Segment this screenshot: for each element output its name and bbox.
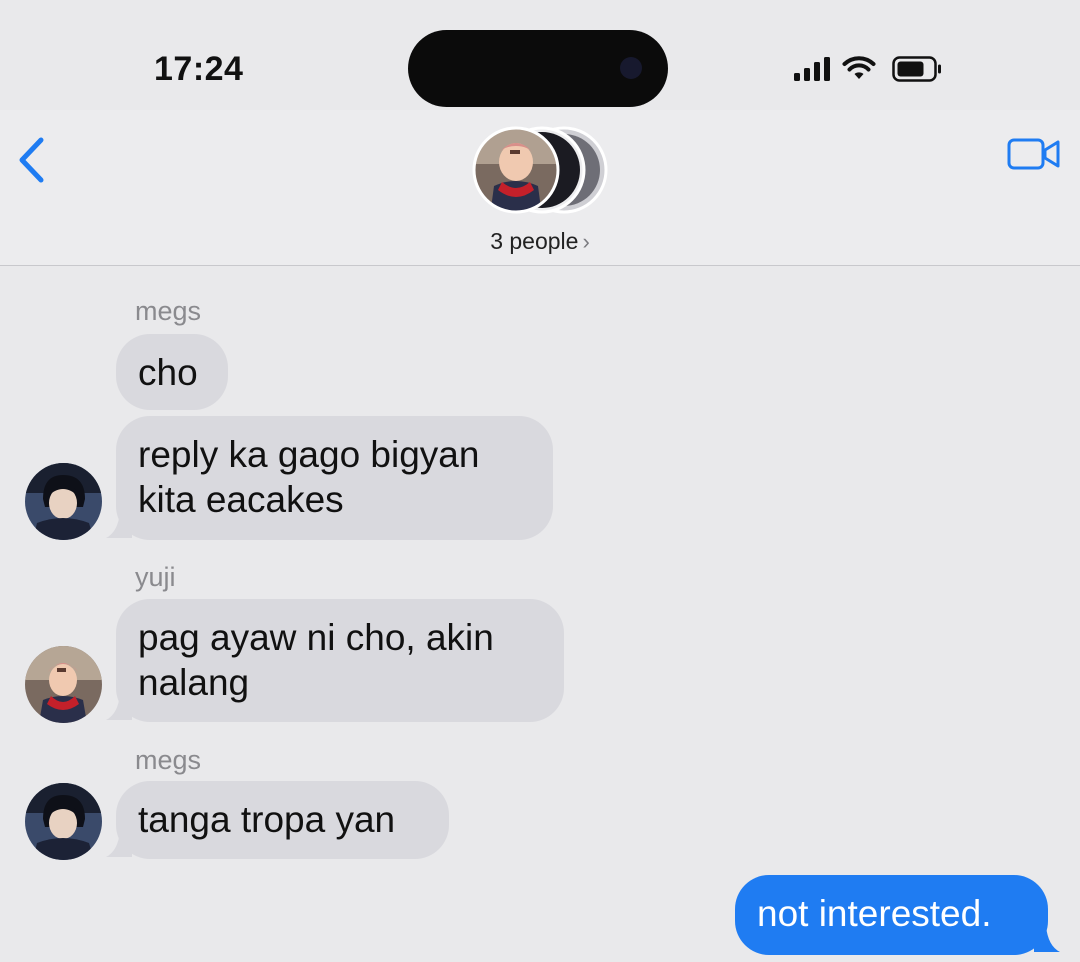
status-icons (792, 52, 952, 88)
message-text: tanga tropa yan (138, 799, 396, 840)
sender-name: megs (135, 745, 202, 775)
chevron-right-icon: › (582, 229, 590, 254)
message-bubble-incoming[interactable]: tanga tropa yan (116, 781, 449, 859)
bubble-tail (106, 694, 132, 720)
message-bubble-incoming[interactable]: cho (116, 334, 228, 410)
chevron-left-icon[interactable] (14, 134, 50, 186)
message-text: not interested. (757, 893, 992, 934)
message-bubble-incoming[interactable]: pag ayaw ni cho, akin nalang (116, 599, 564, 722)
message-bubble-outgoing[interactable]: not interested. (735, 875, 1048, 955)
avatar[interactable] (25, 463, 102, 540)
message-text: reply ka gago bigyan kita eacakes (138, 434, 480, 520)
bubble-tail (106, 831, 132, 857)
battery-icon (892, 56, 941, 82)
message-text: pag ayaw ni cho, akin nalang (138, 617, 494, 703)
facetime-video-icon[interactable] (1006, 134, 1062, 174)
status-time: 17:24 (154, 50, 244, 88)
front-camera-icon (620, 57, 642, 79)
bubble-tail (106, 512, 132, 538)
group-avatar-stack[interactable] (470, 124, 610, 216)
avatar[interactable] (25, 646, 102, 723)
avatar[interactable] (25, 783, 102, 860)
group-label-text: 3 people (490, 228, 579, 254)
bubble-tail (1034, 926, 1060, 952)
status-bar: 17:24 (0, 0, 1080, 110)
dynamic-island (408, 30, 668, 107)
group-people-link[interactable]: 3 people › (0, 228, 1080, 255)
wifi-icon (842, 56, 876, 79)
conversation-header: 3 people › (0, 110, 1080, 266)
message-text: cho (138, 352, 198, 393)
sender-name: megs (135, 296, 202, 326)
cellular-signal-icon (794, 57, 830, 81)
sender-name: yuji (135, 562, 176, 592)
message-bubble-incoming[interactable]: reply ka gago bigyan kita eacakes (116, 416, 553, 540)
